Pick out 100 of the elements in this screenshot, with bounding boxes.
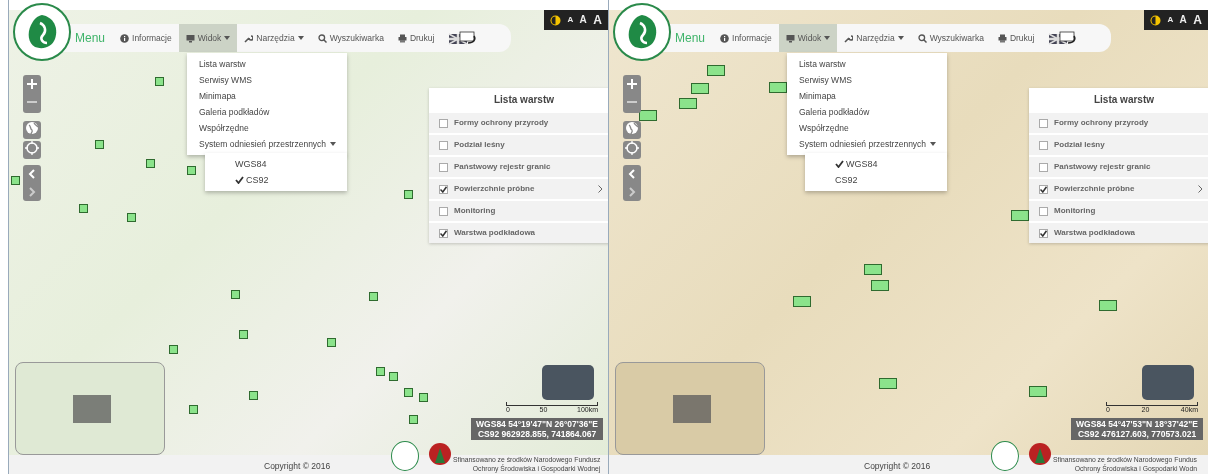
checkbox[interactable] (1039, 162, 1048, 172)
map-marker[interactable] (231, 290, 240, 299)
menu-item[interactable]: Współrzędne (787, 120, 947, 136)
map-marker[interactable] (189, 405, 198, 414)
nav-item[interactable]: Widok (178, 24, 238, 52)
layer-row[interactable]: Monitoring (429, 199, 608, 221)
menu-item[interactable]: Współrzędne (187, 120, 347, 136)
nav-item[interactable]: Informacje (113, 24, 179, 52)
map-marker[interactable] (404, 388, 413, 397)
layer-row[interactable]: Powierzchnie próbne (429, 177, 608, 199)
font-size-button[interactable]: A (593, 14, 602, 26)
submenu-item[interactable]: WGS84 (205, 156, 347, 172)
nav-item[interactable]: Widok (778, 24, 838, 52)
checkbox[interactable] (1039, 206, 1048, 216)
checkbox[interactable] (1039, 184, 1048, 194)
map-marker[interactable] (793, 296, 811, 307)
map-marker[interactable] (691, 83, 709, 94)
minimap[interactable] (615, 362, 765, 455)
chevron-icon[interactable] (598, 185, 603, 193)
menu-item[interactable]: Serwisy WMS (787, 72, 947, 88)
contrast-icon[interactable] (550, 14, 562, 26)
submenu-toggle[interactable]: System odniesień przestrzennych (187, 136, 347, 152)
map-marker[interactable] (376, 367, 385, 376)
layer-row[interactable]: Monitoring (1029, 199, 1208, 221)
checkbox[interactable] (439, 118, 448, 128)
globe-button[interactable] (23, 121, 41, 139)
checkbox[interactable] (439, 228, 448, 238)
nav-item[interactable]: Informacje (713, 24, 779, 52)
map-marker[interactable] (1029, 386, 1047, 397)
map-marker[interactable] (871, 280, 889, 291)
font-size-button[interactable]: A (1193, 14, 1202, 26)
menu-item[interactable]: Minimapa (787, 88, 947, 104)
font-size-button[interactable]: A (1179, 15, 1187, 25)
menu-item[interactable]: Minimapa (187, 88, 347, 104)
layer-row[interactable]: Formy ochrony przyrody (429, 111, 608, 133)
layer-row[interactable]: Państwowy rejestr granic (429, 155, 608, 177)
map-marker[interactable] (419, 393, 428, 402)
checkbox[interactable] (1039, 140, 1048, 150)
basemap-thumbnail[interactable] (1142, 365, 1194, 400)
minimap[interactable] (15, 362, 165, 455)
map-marker[interactable] (239, 330, 248, 339)
map-marker[interactable] (679, 98, 697, 109)
map-marker[interactable] (187, 166, 196, 175)
checkbox[interactable] (439, 206, 448, 216)
menu-item[interactable]: Lista warstw (787, 56, 947, 72)
map-marker[interactable] (369, 292, 378, 301)
map-marker[interactable] (409, 415, 418, 424)
map-marker[interactable] (707, 65, 725, 76)
layer-row[interactable]: Podział leśny (429, 133, 608, 155)
map-marker[interactable] (155, 77, 164, 86)
font-size-button[interactable]: A (579, 15, 587, 25)
nav-item[interactable]: Narzędzia (237, 24, 311, 52)
menu-item[interactable]: Galeria podkładów (787, 104, 947, 120)
map-marker[interactable] (864, 264, 882, 275)
checkbox[interactable] (439, 184, 448, 194)
map-marker[interactable] (11, 176, 20, 185)
map-marker[interactable] (389, 372, 398, 381)
nav-item[interactable]: Drukuj (390, 24, 442, 52)
submenu-item[interactable]: CS92 (805, 172, 947, 188)
map-marker[interactable] (146, 159, 155, 168)
submenu-toggle[interactable]: System odniesień przestrzennych (787, 136, 947, 152)
checkbox[interactable] (439, 140, 448, 150)
chevron-icon[interactable] (1198, 185, 1203, 193)
map-marker[interactable] (95, 140, 104, 149)
map-marker[interactable] (169, 345, 178, 354)
layer-row[interactable]: Warstwa podkładowa (1029, 221, 1208, 243)
map-marker[interactable] (404, 190, 413, 199)
nav-item[interactable]: Drukuj (990, 24, 1042, 52)
map-marker[interactable] (1011, 210, 1029, 221)
map-marker[interactable] (79, 204, 88, 213)
map-marker[interactable] (327, 338, 336, 347)
globe-button[interactable] (623, 121, 641, 139)
menu-item[interactable]: Galeria podkładów (187, 104, 347, 120)
font-size-button[interactable]: A (1167, 16, 1174, 24)
submenu-item[interactable]: CS92 (205, 172, 347, 188)
font-size-button[interactable]: A (567, 16, 574, 24)
locate-button[interactable] (623, 141, 641, 159)
basemap-thumbnail[interactable] (542, 365, 594, 400)
nav-item[interactable]: Wyszukiwarka (910, 24, 991, 52)
checkbox[interactable] (1039, 228, 1048, 238)
submenu-item[interactable]: WGS84 (805, 156, 947, 172)
checkbox[interactable] (439, 162, 448, 172)
nav-item[interactable]: Narzędzia (837, 24, 911, 52)
checkbox[interactable] (1039, 118, 1048, 128)
map-marker[interactable] (249, 391, 258, 400)
map-marker[interactable] (769, 82, 787, 93)
map-marker[interactable] (639, 110, 657, 121)
layer-row[interactable]: Warstwa podkładowa (429, 221, 608, 243)
layer-row[interactable]: Podział leśny (1029, 133, 1208, 155)
map-marker[interactable] (127, 213, 136, 222)
menu-item[interactable]: Lista warstw (187, 56, 347, 72)
layer-row[interactable]: Państwowy rejestr granic (1029, 155, 1208, 177)
contrast-icon[interactable] (1150, 14, 1162, 26)
layer-row[interactable]: Formy ochrony przyrody (1029, 111, 1208, 133)
map-marker[interactable] (1099, 300, 1117, 311)
nav-item[interactable]: Wyszukiwarka (310, 24, 391, 52)
layer-row[interactable]: Powierzchnie próbne (1029, 177, 1208, 199)
menu-item[interactable]: Serwisy WMS (187, 72, 347, 88)
locate-button[interactable] (23, 141, 41, 159)
map-marker[interactable] (879, 378, 897, 389)
